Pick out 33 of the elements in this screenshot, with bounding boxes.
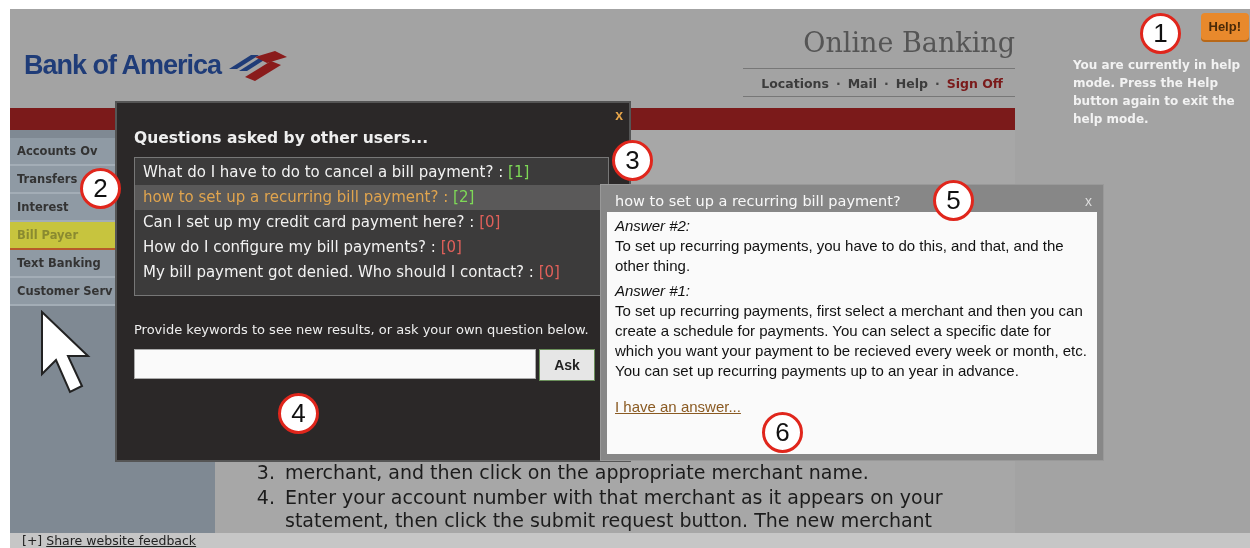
bank-logo-text: Bank of America bbox=[24, 49, 222, 81]
step-text: Enter your account number with that merchant as it appears on your statement, then click the submit request button. The new merchant bbox=[285, 486, 944, 532]
dialog-title: how to set up a recurring bill payment? bbox=[615, 193, 901, 209]
answer-count: [2] bbox=[453, 188, 475, 206]
ask-button[interactable]: Ask bbox=[539, 349, 595, 381]
nav-link[interactable]: Locations bbox=[761, 76, 829, 91]
expand-toggle[interactable]: [+] bbox=[22, 533, 43, 548]
answer-text: To set up recurring payments, first select a merchant and then you can create a schedule for payments. You can select a specific date for which you want your payment to be recieved every week or month, etc. You can set up recurring payments up to an year in advance. bbox=[615, 301, 1088, 381]
nav-link[interactable]: Help bbox=[895, 76, 928, 91]
page-title: Online Banking bbox=[803, 27, 1015, 60]
answer-count: [0] bbox=[440, 238, 462, 256]
nav-separator: · bbox=[835, 76, 841, 91]
prompt-text: Provide keywords to see new results, or ask your own question below. bbox=[134, 321, 590, 339]
close-button[interactable]: x bbox=[1085, 193, 1092, 209]
nav-separator: · bbox=[884, 76, 889, 91]
sign-off-link[interactable]: Sign Off bbox=[946, 76, 1003, 91]
question-input-field[interactable] bbox=[134, 349, 536, 379]
help-button[interactable]: Help! bbox=[1200, 13, 1249, 40]
answer-count: [0] bbox=[538, 263, 560, 281]
step-number: 3. bbox=[255, 461, 275, 484]
nav-link[interactable]: Mail bbox=[847, 76, 878, 91]
close-button[interactable]: x bbox=[615, 107, 623, 123]
answer-count: [1] bbox=[508, 163, 530, 181]
step-number: 4. bbox=[255, 486, 275, 510]
answer-label: Answer #1: bbox=[615, 281, 692, 301]
feedback-link[interactable]: Share website feedback bbox=[46, 533, 197, 548]
nav-separator: · bbox=[935, 76, 940, 91]
answer-text: To set up recurring payments, you have to do this, and that, and the other thing. bbox=[615, 236, 1065, 276]
answer-label: Answer #2: bbox=[615, 216, 692, 236]
answer-count: [0] bbox=[479, 213, 501, 231]
answer-link[interactable]: I have an answer... bbox=[615, 398, 741, 415]
step-text: merchant, and then click on the appropriate merchant name. bbox=[285, 461, 870, 484]
help-message: You are currently in help mode. Press the Help button again to exit the help mode. bbox=[1073, 57, 1242, 128]
